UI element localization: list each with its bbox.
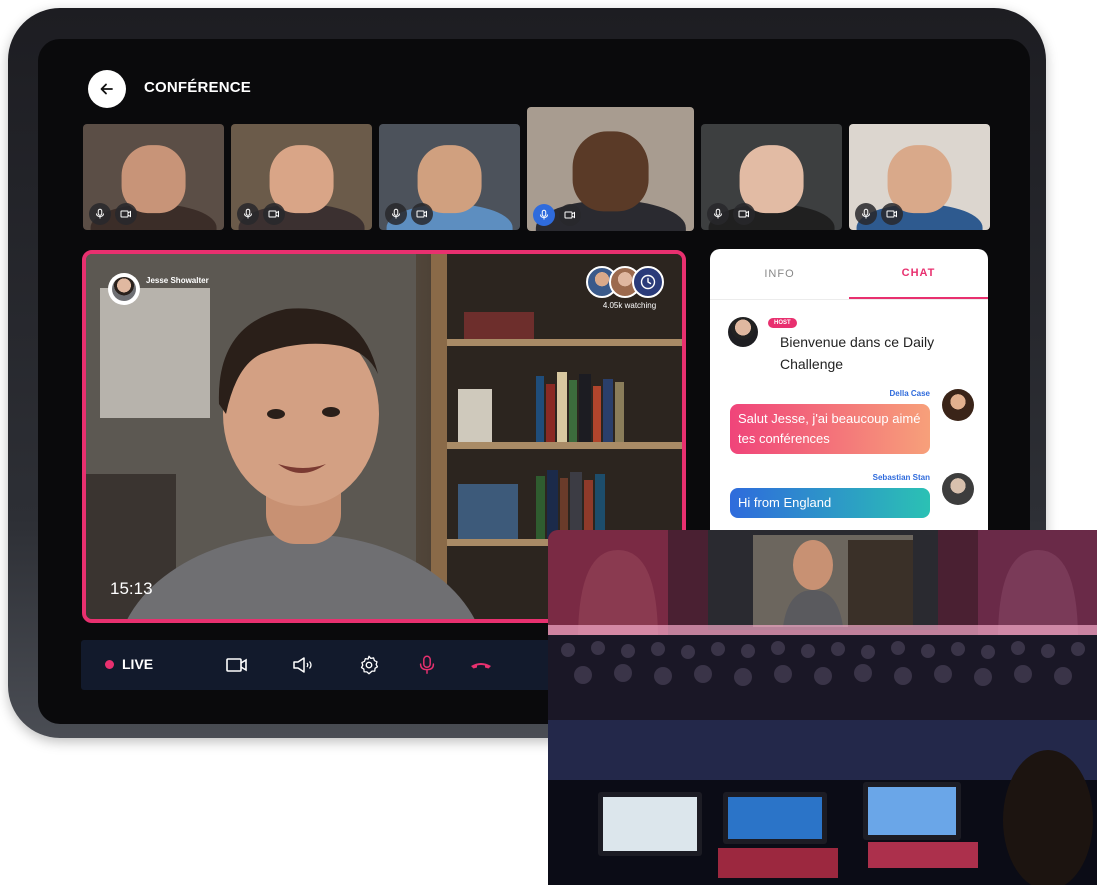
- participant-face: [417, 145, 482, 214]
- watching-count: 4.05k watching: [602, 301, 657, 310]
- host-message-text: Bienvenue dans ce Daily Challenge: [780, 334, 935, 372]
- message-author: Sebastian Stan: [872, 473, 930, 482]
- message-author: Della Case: [889, 389, 930, 398]
- participant-thumbnail[interactable]: [527, 107, 694, 231]
- microphone-button[interactable]: [415, 653, 439, 677]
- message-avatar: [942, 389, 974, 421]
- participant-face: [121, 145, 186, 214]
- participant-thumbnail[interactable]: [83, 124, 224, 230]
- chat-message: Della Case Salut Jesse, j'ai beaucoup ai…: [730, 389, 930, 454]
- tab-chat[interactable]: CHAT: [849, 249, 988, 299]
- participant-face: [739, 145, 804, 214]
- participant-thumbnail[interactable]: [231, 124, 372, 230]
- participant-thumbnail[interactable]: [701, 124, 842, 230]
- speaker-button[interactable]: [291, 653, 315, 677]
- participant-face: [572, 131, 649, 212]
- tab-info[interactable]: INFO: [710, 249, 849, 299]
- participant-face: [269, 145, 334, 214]
- camera-icon: [564, 211, 575, 219]
- microphone-icon: [540, 209, 548, 220]
- participant-mic-button[interactable]: [533, 204, 555, 226]
- participant-mic-button[interactable]: [385, 203, 407, 225]
- participant-thumbnail[interactable]: [849, 124, 990, 230]
- message-bubble: Salut Jesse, j'ai beaucoup aimé tes conf…: [730, 404, 930, 454]
- camera-icon: [268, 210, 279, 218]
- participant-camera-button[interactable]: [263, 203, 285, 225]
- host-message: HOST Bienvenue dans ce Daily Challenge: [728, 311, 960, 375]
- participant-camera-button[interactable]: [881, 203, 903, 225]
- microphone-icon: [419, 655, 435, 674]
- participant-mic-button[interactable]: [237, 203, 259, 225]
- live-dot-icon: [105, 659, 114, 669]
- presenter-name: Jesse Showalter: [146, 276, 209, 285]
- participant-mic-button[interactable]: [89, 203, 111, 225]
- end-call-icon: [471, 663, 491, 669]
- conference-scene: [548, 530, 1097, 885]
- chat-tabs: INFO CHAT: [710, 249, 988, 300]
- conference-photo: [548, 530, 1097, 885]
- message-bubble: Hi from England: [730, 488, 930, 518]
- microphone-icon: [392, 208, 400, 219]
- live-indicator: LIVE: [105, 656, 153, 672]
- speaker-icon: [293, 657, 312, 673]
- participant-camera-button[interactable]: [733, 203, 755, 225]
- microphone-icon: [96, 208, 104, 219]
- participant-thumbnail[interactable]: [379, 124, 520, 230]
- message-avatar: [942, 473, 974, 505]
- participant-face: [887, 145, 952, 214]
- clock-icon: [632, 266, 664, 298]
- camera-icon: [120, 210, 131, 218]
- live-label: LIVE: [122, 656, 154, 672]
- participant-camera-button[interactable]: [559, 204, 581, 226]
- microphone-icon: [244, 208, 252, 219]
- camera-icon: [226, 658, 247, 672]
- arrow-left-icon: [100, 83, 113, 95]
- microphone-icon: [862, 208, 870, 219]
- watchers: 4.05k watching: [586, 266, 664, 310]
- participant-camera-button[interactable]: [411, 203, 433, 225]
- microphone-icon: [714, 208, 722, 219]
- camera-button[interactable]: [225, 653, 249, 677]
- back-button[interactable]: [88, 70, 126, 108]
- settings-button[interactable]: [357, 653, 381, 677]
- video-timer: 15:13: [110, 579, 153, 598]
- camera-icon: [416, 210, 427, 218]
- participant-mic-button[interactable]: [855, 203, 877, 225]
- host-avatar: [728, 317, 758, 347]
- participant-mic-button[interactable]: [707, 203, 729, 225]
- participant-camera-button[interactable]: [115, 203, 137, 225]
- chat-panel: INFO CHAT HOST Bienvenue dans ce Daily C…: [710, 249, 988, 549]
- camera-icon: [738, 210, 749, 218]
- presenter-chip: Jesse Showalter: [108, 273, 209, 305]
- chat-message: Sebastian Stan Hi from England: [730, 473, 930, 518]
- page-title: CONFÉRENCE: [144, 79, 252, 96]
- call-controls: LIVE: [81, 640, 601, 690]
- end-call-button[interactable]: [469, 653, 493, 677]
- camera-icon: [886, 210, 897, 218]
- presenter-avatar: [108, 273, 140, 305]
- gear-icon: [360, 655, 379, 675]
- host-badge: HOST: [768, 318, 797, 328]
